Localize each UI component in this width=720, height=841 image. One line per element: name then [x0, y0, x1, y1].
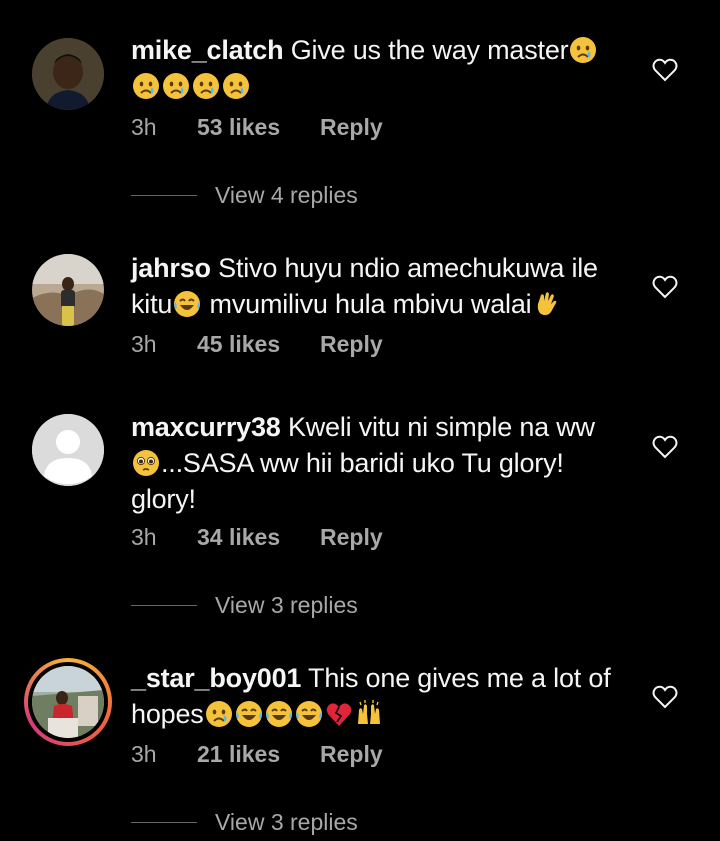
- username[interactable]: mike_clatch: [131, 35, 284, 65]
- reply-button[interactable]: Reply: [320, 114, 383, 141]
- username[interactable]: maxcurry38: [131, 412, 281, 442]
- crying-face-icon: [569, 36, 598, 64]
- likes-count[interactable]: 34 likes: [197, 524, 320, 551]
- crying-face-icon: [192, 72, 220, 100]
- timestamp: 3h: [131, 331, 157, 357]
- comment-text: _star_boy001 This one gives me a lot of …: [131, 660, 611, 732]
- comment-body: glory!: [131, 484, 196, 514]
- raising-hands-icon: [356, 700, 381, 725]
- reply-button[interactable]: Reply: [320, 524, 383, 551]
- crying-face-icon: [204, 700, 233, 728]
- divider-line: [131, 605, 197, 606]
- comment-text: maxcurry38 Kweli vitu ni simple na ww ..…: [131, 409, 611, 517]
- username[interactable]: _star_boy001: [131, 663, 301, 693]
- likes-count[interactable]: 45 likes: [197, 331, 320, 358]
- comment-body: kitu: [131, 289, 173, 319]
- story-ring[interactable]: [24, 658, 112, 746]
- avatar[interactable]: [32, 414, 104, 486]
- reply-button[interactable]: Reply: [320, 331, 383, 358]
- comment-body: Give us the way master: [290, 35, 569, 65]
- comment-meta: 3h 34 likes Reply: [131, 524, 383, 551]
- crying-face-icon: [222, 72, 250, 100]
- heart-outline-icon[interactable]: [652, 275, 678, 299]
- view-replies-label: View 4 replies: [215, 182, 358, 208]
- comment-body: ...SASA ww hii baridi uko Tu glory!: [161, 448, 564, 478]
- crying-face-icon: [162, 72, 190, 100]
- comment-body: Kweli vitu ni simple na ww: [287, 412, 595, 442]
- heart-outline-icon[interactable]: [652, 435, 678, 459]
- heart-outline-icon[interactable]: [652, 685, 678, 709]
- view-replies-label: View 3 replies: [215, 809, 358, 835]
- view-replies-button[interactable]: View 3 replies: [131, 809, 358, 836]
- tears-of-joy-icon: [294, 700, 323, 728]
- avatar[interactable]: [32, 38, 104, 110]
- crying-face-icon: [132, 72, 160, 100]
- comment-body: mvumilivu hula mbivu walai: [209, 289, 532, 319]
- comment-body: hopes: [131, 699, 204, 729]
- comment-body: This one gives me a lot of: [308, 663, 611, 693]
- comment-text: jahrso Stivo huyu ndio amechukuwa ile ki…: [131, 250, 611, 322]
- tears-of-joy-icon: [234, 700, 263, 728]
- divider-line: [131, 822, 197, 823]
- likes-count[interactable]: 53 likes: [197, 114, 320, 141]
- view-replies-label: View 3 replies: [215, 592, 358, 618]
- waving-hand-icon: [538, 292, 557, 316]
- comment-meta: 3h 45 likes Reply: [131, 331, 383, 358]
- timestamp: 3h: [131, 524, 157, 550]
- heart-outline-icon[interactable]: [652, 58, 678, 82]
- comment-meta: 3h 21 likes Reply: [131, 741, 383, 768]
- divider-line: [131, 195, 197, 196]
- view-replies-button[interactable]: View 4 replies: [131, 182, 358, 209]
- person-photo-icon: [32, 254, 104, 326]
- avatar: [32, 666, 104, 738]
- pleading-face-icon: [132, 449, 160, 477]
- comment-body: Stivo huyu ndio amechukuwa ile: [218, 253, 598, 283]
- timestamp: 3h: [131, 114, 157, 140]
- tears-of-joy-icon: [173, 290, 202, 318]
- timestamp: 3h: [131, 741, 157, 767]
- comment-text: mike_clatch Give us the way master: [131, 32, 611, 104]
- reply-button[interactable]: Reply: [320, 741, 383, 768]
- tears-of-joy-icon: [264, 700, 293, 728]
- broken-heart-icon: [325, 702, 352, 727]
- username[interactable]: jahrso: [131, 253, 211, 283]
- view-replies-button[interactable]: View 3 replies: [131, 592, 358, 619]
- person-photo-icon: [32, 666, 104, 738]
- likes-count[interactable]: 21 likes: [197, 741, 320, 768]
- avatar[interactable]: [32, 254, 104, 326]
- person-photo-icon: [32, 38, 104, 110]
- comment-meta: 3h 53 likes Reply: [131, 114, 383, 141]
- default-avatar-icon: [32, 414, 104, 486]
